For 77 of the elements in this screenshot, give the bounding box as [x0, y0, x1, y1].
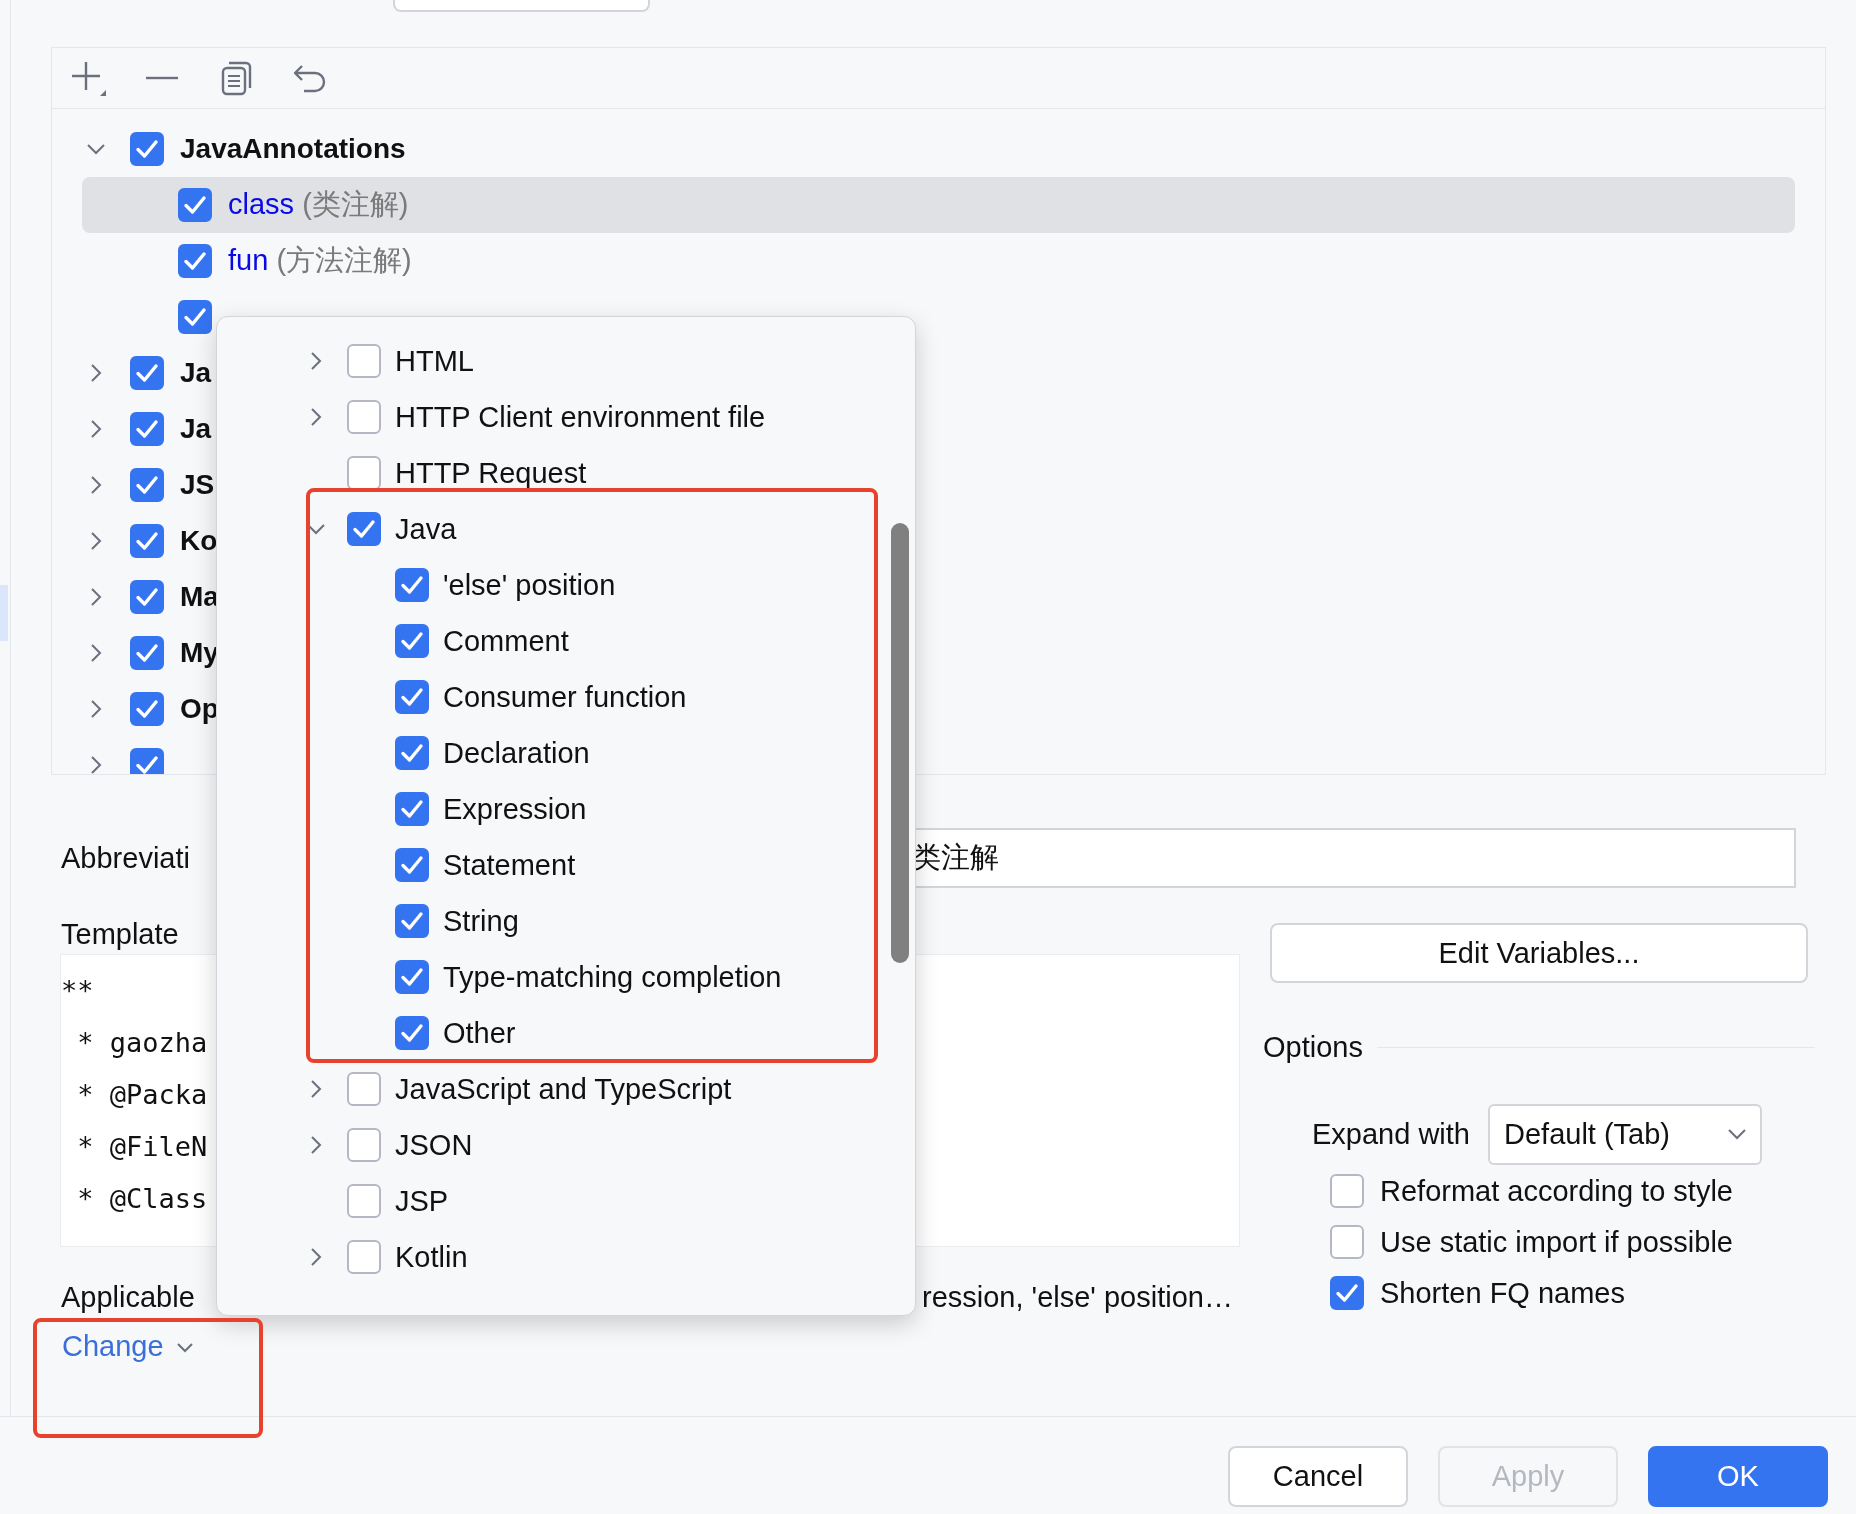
checkbox[interactable]: [1330, 1276, 1364, 1310]
context-item-label: HTTP Client environment file: [395, 400, 766, 434]
checkbox[interactable]: [130, 132, 164, 166]
checkbox[interactable]: [395, 568, 429, 602]
dialog-button[interactable]: Cancel: [1228, 1446, 1408, 1507]
expand-with-dropdown[interactable]: Default (Tab): [1488, 1104, 1762, 1165]
option-label: Shorten FQ names: [1380, 1276, 1625, 1310]
tree-item[interactable]: class (类注解): [82, 177, 1795, 233]
context-item-label: Comment: [443, 624, 569, 658]
ok-button[interactable]: OK: [1648, 1446, 1828, 1507]
checkbox[interactable]: [347, 1184, 381, 1218]
checkbox[interactable]: [395, 960, 429, 994]
context-item-label: Other: [443, 1016, 516, 1050]
checkbox[interactable]: [130, 524, 164, 558]
checkbox[interactable]: [130, 412, 164, 446]
change-link[interactable]: Change: [62, 1330, 196, 1363]
tree-label[interactable]: Ja: [180, 413, 212, 445]
option-label: Use static import if possible: [1380, 1225, 1733, 1259]
abbreviation-label: Abbreviati: [61, 841, 190, 874]
context-item-label: JavaScript and TypeScript: [395, 1072, 732, 1106]
tree-label[interactable]: fun (方法注解): [228, 241, 412, 281]
checkbox[interactable]: [1330, 1174, 1364, 1208]
chevron-down-icon: [1728, 1129, 1746, 1140]
context-item-label: HTML: [395, 344, 474, 378]
checkbox[interactable]: [395, 624, 429, 658]
checkbox[interactable]: [347, 344, 381, 378]
checkbox[interactable]: [347, 400, 381, 434]
applicable-label: Applicable: [61, 1280, 195, 1313]
tree-label[interactable]: JS: [180, 469, 215, 501]
tree-label[interactable]: JavaAnnotations: [180, 133, 406, 165]
context-item-label: 'else' position: [443, 568, 616, 602]
checkbox[interactable]: [130, 356, 164, 390]
checkbox[interactable]: [347, 1128, 381, 1162]
checkbox[interactable]: [178, 244, 212, 278]
context-item-label: Statement: [443, 848, 576, 882]
tree-label[interactable]: Ko: [180, 525, 218, 557]
checkbox[interactable]: [347, 1240, 381, 1274]
checkbox[interactable]: [395, 792, 429, 826]
checkbox[interactable]: [130, 636, 164, 670]
context-item-label: Expression: [443, 792, 587, 826]
template-text-label: Template: [61, 917, 179, 952]
scrollbar-thumb[interactable]: [891, 523, 909, 963]
context-item-label: Declaration: [443, 736, 590, 770]
checkbox[interactable]: [347, 1072, 381, 1106]
expand-with-label: Expand with: [1312, 1118, 1470, 1151]
context-item-label: Java: [395, 512, 457, 546]
checkbox[interactable]: [130, 468, 164, 502]
checkbox[interactable]: [395, 736, 429, 770]
tree-label[interactable]: My: [180, 637, 219, 669]
checkbox[interactable]: [130, 580, 164, 614]
context-item-label: Consumer function: [443, 680, 687, 714]
context-item-label: Kotlin: [395, 1240, 468, 1274]
checkbox[interactable]: [395, 680, 429, 714]
checkbox[interactable]: [395, 1016, 429, 1050]
tree-label[interactable]: Op: [180, 693, 219, 725]
checkbox[interactable]: [347, 512, 381, 546]
checkbox[interactable]: [395, 904, 429, 938]
options-title: Options: [1263, 1031, 1363, 1064]
context-item-label: String: [443, 904, 519, 938]
checkbox[interactable]: [395, 848, 429, 882]
context-item-label: HTTP Request: [395, 456, 587, 490]
side-marker: [0, 585, 8, 641]
context-item-label: Type-matching completion: [443, 960, 782, 994]
checkbox[interactable]: [1330, 1225, 1364, 1259]
checkbox[interactable]: [178, 300, 212, 334]
option-label: Reformat according to style: [1380, 1174, 1733, 1208]
edit-variables-button[interactable]: Edit Variables...: [1270, 923, 1808, 983]
checkbox[interactable]: [130, 748, 164, 774]
context-item-label: JSON: [395, 1128, 473, 1162]
checkbox[interactable]: [347, 456, 381, 490]
checkbox[interactable]: [178, 188, 212, 222]
tree-label[interactable]: Ja: [180, 357, 212, 389]
input-field[interactable]: [393, 0, 650, 12]
tree-label[interactable]: Ma: [180, 581, 219, 613]
checkbox[interactable]: [130, 692, 164, 726]
context-item-label: JSP: [395, 1184, 449, 1218]
applicable-contexts: ression, 'else' position…: [922, 1280, 1233, 1314]
